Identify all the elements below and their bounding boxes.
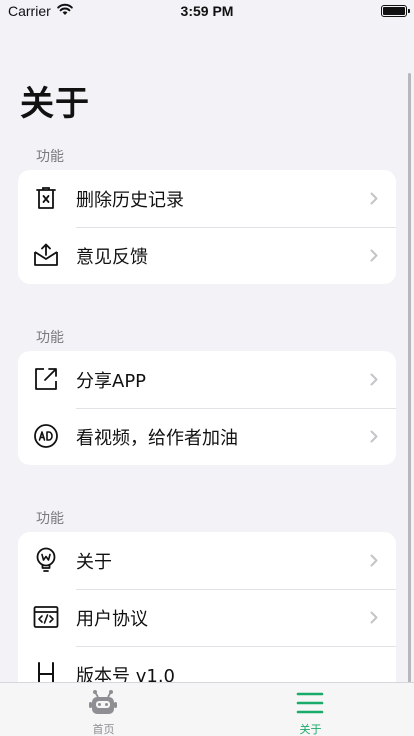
section-header: 功能 [36, 330, 64, 346]
tab-label: 首页 [92, 723, 115, 736]
trash-icon [36, 187, 56, 209]
scroll-indicator[interactable] [408, 73, 411, 713]
row-label: 看视频，给作者加油 [76, 427, 238, 449]
status-bar: Carrier 3:59 PM [0, 0, 414, 22]
robot-icon [89, 690, 117, 714]
chevron-right-icon [370, 192, 378, 205]
ad-icon [34, 424, 58, 448]
delete-history-row[interactable]: 删除历史记录 [18, 170, 396, 227]
clock: 3:59 PM [180, 3, 234, 19]
user-agreement-row[interactable]: 用户协议 [18, 589, 396, 646]
settings-card: 关于 用户协议 版本号 v1.0 [18, 532, 396, 703]
tab-home[interactable]: 首页 [0, 683, 207, 736]
share-app-row[interactable]: 分享APP [18, 351, 396, 408]
row-label: 关于 [76, 551, 112, 573]
tab-label: 关于 [299, 723, 322, 736]
section-header: 功能 [36, 511, 64, 527]
feedback-row[interactable]: 意见反馈 [18, 227, 396, 284]
settings-card: 删除历史记录 意见反馈 [18, 170, 396, 284]
battery-icon [381, 5, 410, 17]
row-label: 意见反馈 [76, 246, 148, 268]
tab-bar: 首页 关于 [0, 682, 414, 736]
chevron-right-icon [370, 249, 378, 262]
watch-ad-row[interactable]: 看视频，给作者加油 [18, 408, 396, 465]
row-label: 用户协议 [76, 608, 148, 630]
about-row[interactable]: 关于 [18, 532, 396, 589]
code-window-icon [33, 606, 59, 628]
mail-tray-icon [34, 243, 58, 266]
chevron-right-icon [370, 373, 378, 386]
share-external-icon [35, 368, 57, 390]
menu-icon [296, 692, 324, 714]
tab-about[interactable]: 关于 [207, 683, 414, 736]
settings-card: 分享APP 看视频，给作者加油 [18, 351, 396, 465]
lightbulb-icon [36, 547, 56, 572]
chevron-right-icon [370, 554, 378, 567]
chevron-right-icon [370, 430, 378, 443]
row-label: 删除历史记录 [76, 189, 184, 211]
page-title: 关于 [20, 84, 90, 124]
chevron-right-icon [370, 611, 378, 624]
section-header: 功能 [36, 149, 64, 165]
row-label: 分享APP [76, 370, 147, 392]
